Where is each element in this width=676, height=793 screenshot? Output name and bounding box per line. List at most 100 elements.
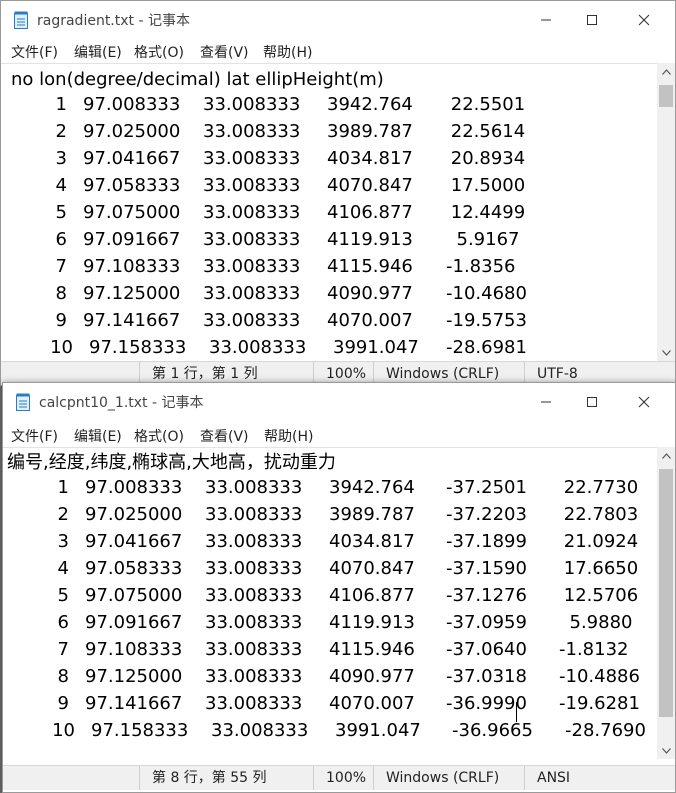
latitude-cell: 33.008333	[203, 283, 301, 304]
minimize-button[interactable]	[523, 383, 569, 421]
latitude-cell: 33.008333	[205, 693, 303, 714]
longitude-cell: 97.058333	[85, 558, 183, 579]
table-row: 7 97.108333 33.008333 4115.946 -1.8356	[1, 253, 657, 280]
longitude-cell: 97.108333	[85, 639, 183, 660]
longitude-cell: 97.091667	[85, 612, 183, 633]
status-encoding: ANSI	[524, 766, 667, 790]
ellip-height-cell: 4070.847	[329, 558, 415, 579]
gravity-gradient-cell: -10.4680	[446, 283, 527, 304]
maximize-button[interactable]	[569, 1, 615, 39]
scroll-thumb[interactable]	[659, 85, 673, 107]
latitude-cell: 33.008333	[205, 477, 303, 498]
ellip-height-cell: 4034.817	[327, 148, 413, 169]
notepad-icon	[14, 11, 28, 29]
longitude-cell: 97.008333	[83, 94, 181, 115]
latitude-cell: 33.008333	[209, 337, 307, 358]
latitude-cell: 33.008333	[203, 148, 301, 169]
gravity-gradient-cell: -19.5753	[446, 310, 527, 331]
minimize-button[interactable]	[523, 1, 569, 39]
gravity-gradient-cell: 22.5614	[450, 121, 526, 142]
table-row: 6 97.091667 33.008333 4119.913 -37.0959 5.988…	[3, 609, 657, 636]
longitude-cell: 97.108333	[83, 256, 181, 277]
latitude-cell: 33.008333	[203, 229, 301, 250]
row-number-cell: 8	[57, 666, 69, 687]
ellip-height-cell: 3991.047	[335, 720, 421, 741]
disturbing-gravity-cell: -19.6281	[559, 693, 640, 714]
row-number-cell: 10	[50, 337, 73, 358]
status-zoom: 100%	[313, 766, 378, 790]
geodetic-height-cell: -36.9990	[446, 693, 527, 714]
table-row: 3 97.041667 33.008333 4034.817 20.8934	[1, 145, 657, 172]
table-row: 5 97.075000 33.008333 4106.877 12.4499	[1, 199, 657, 226]
menu-view[interactable]: 查看(V)	[200, 42, 249, 62]
maximize-button[interactable]	[569, 383, 615, 421]
menu-file[interactable]: 文件(F)	[11, 426, 58, 446]
notepad-icon	[16, 393, 30, 411]
chevron-down-icon	[661, 349, 671, 356]
scroll-down-arrow[interactable]	[657, 344, 675, 361]
longitude-cell: 97.125000	[83, 283, 181, 304]
text-area[interactable]: 编号,经度,纬度,椭球高,大地高，扰动重力 1 97.008333 33.00833…	[3, 447, 657, 760]
scroll-thumb[interactable]	[659, 469, 673, 717]
title-bar[interactable]: calcpnt10_1.txt - 记事本	[3, 383, 675, 421]
disturbing-gravity-cell: -1.8132	[559, 639, 629, 660]
maximize-icon	[587, 15, 597, 25]
latitude-cell: 33.008333	[205, 531, 303, 552]
gravity-gradient-cell: 20.8934	[450, 148, 526, 169]
close-button[interactable]	[621, 1, 667, 39]
table-row: 2 97.025000 33.008333 3989.787 -37.2203 22.78…	[3, 501, 657, 528]
title-bar[interactable]: ragradient.txt - 记事本	[1, 1, 675, 39]
table-row: 9 97.141667 33.008333 4070.007 -19.5753	[1, 307, 657, 334]
longitude-cell: 97.125000	[85, 666, 183, 687]
table-row: 8 97.125000 33.008333 4090.977 -37.0318 -10.4…	[3, 663, 657, 690]
scroll-up-arrow[interactable]	[657, 63, 675, 80]
vertical-scrollbar[interactable]	[657, 63, 675, 361]
latitude-cell: 33.008333	[203, 256, 301, 277]
scroll-up-arrow[interactable]	[657, 447, 675, 464]
menu-edit[interactable]: 编辑(E)	[74, 426, 122, 446]
table-row: 4 97.058333 33.008333 4070.847 17.5000	[1, 172, 657, 199]
status-line-ending: Windows (CRLF)	[373, 766, 526, 790]
menu-help[interactable]: 帮助(H)	[263, 42, 312, 62]
row-number-cell: 1	[57, 477, 69, 498]
ellip-height-cell: 3942.764	[327, 94, 413, 115]
minimize-icon	[541, 401, 551, 403]
menu-view[interactable]: 查看(V)	[200, 426, 249, 446]
ellip-height-cell: 4090.977	[327, 283, 413, 304]
table-row: 6 97.091667 33.008333 4119.913 5.9167	[1, 226, 657, 253]
disturbing-gravity-cell: 22.7730	[563, 477, 639, 498]
header-line: 编号,经度,纬度,椭球高,大地高，扰动重力	[7, 452, 336, 473]
row-number-cell: 3	[57, 531, 69, 552]
disturbing-gravity-cell: -28.7690	[565, 720, 646, 741]
ellip-height-cell: 4070.847	[327, 175, 413, 196]
disturbing-gravity-cell: -10.4886	[559, 666, 640, 687]
ellip-height-cell: 4106.877	[329, 585, 415, 606]
menu-format[interactable]: 格式(O)	[134, 426, 184, 446]
geodetic-height-cell: -37.1899	[446, 531, 527, 552]
menu-file[interactable]: 文件(F)	[11, 42, 58, 62]
longitude-cell: 97.158333	[89, 337, 187, 358]
text-cursor	[516, 702, 517, 722]
row-number-cell: 4	[57, 558, 69, 579]
longitude-cell: 97.041667	[83, 148, 181, 169]
gravity-gradient-cell: 17.5000	[450, 175, 526, 196]
status-cursor-position: 第 8 行，第 55 列	[139, 766, 314, 790]
menu-format[interactable]: 格式(O)	[134, 42, 184, 62]
menu-edit[interactable]: 编辑(E)	[74, 42, 122, 62]
row-number-cell: 7	[57, 639, 69, 660]
status-bar: 第 8 行，第 55 列 100% Windows (CRLF) ANSI	[3, 765, 675, 790]
row-number-cell: 4	[55, 175, 67, 196]
text-area[interactable]: no lon(degree/decimal) lat ellipHeight(m…	[1, 63, 657, 362]
table-row: 5 97.075000 33.008333 4106.877 -37.1276 12.57…	[3, 582, 657, 609]
disturbing-gravity-cell: 17.6650	[563, 558, 639, 579]
menu-help[interactable]: 帮助(H)	[264, 426, 313, 446]
menu-bar: 文件(F) 编辑(E) 格式(O) 查看(V) 帮助(H)	[3, 423, 675, 447]
latitude-cell: 33.008333	[205, 666, 303, 687]
vertical-scrollbar[interactable]	[657, 447, 675, 759]
scroll-down-arrow[interactable]	[657, 742, 675, 759]
table-row: 3 97.041667 33.008333 4034.817 -37.1899 21.09…	[3, 528, 657, 555]
close-button[interactable]	[621, 383, 667, 421]
geodetic-height-cell: -37.0640	[446, 639, 527, 660]
geodetic-height-cell: -37.1276	[446, 585, 527, 606]
row-number-cell: 6	[55, 229, 67, 250]
